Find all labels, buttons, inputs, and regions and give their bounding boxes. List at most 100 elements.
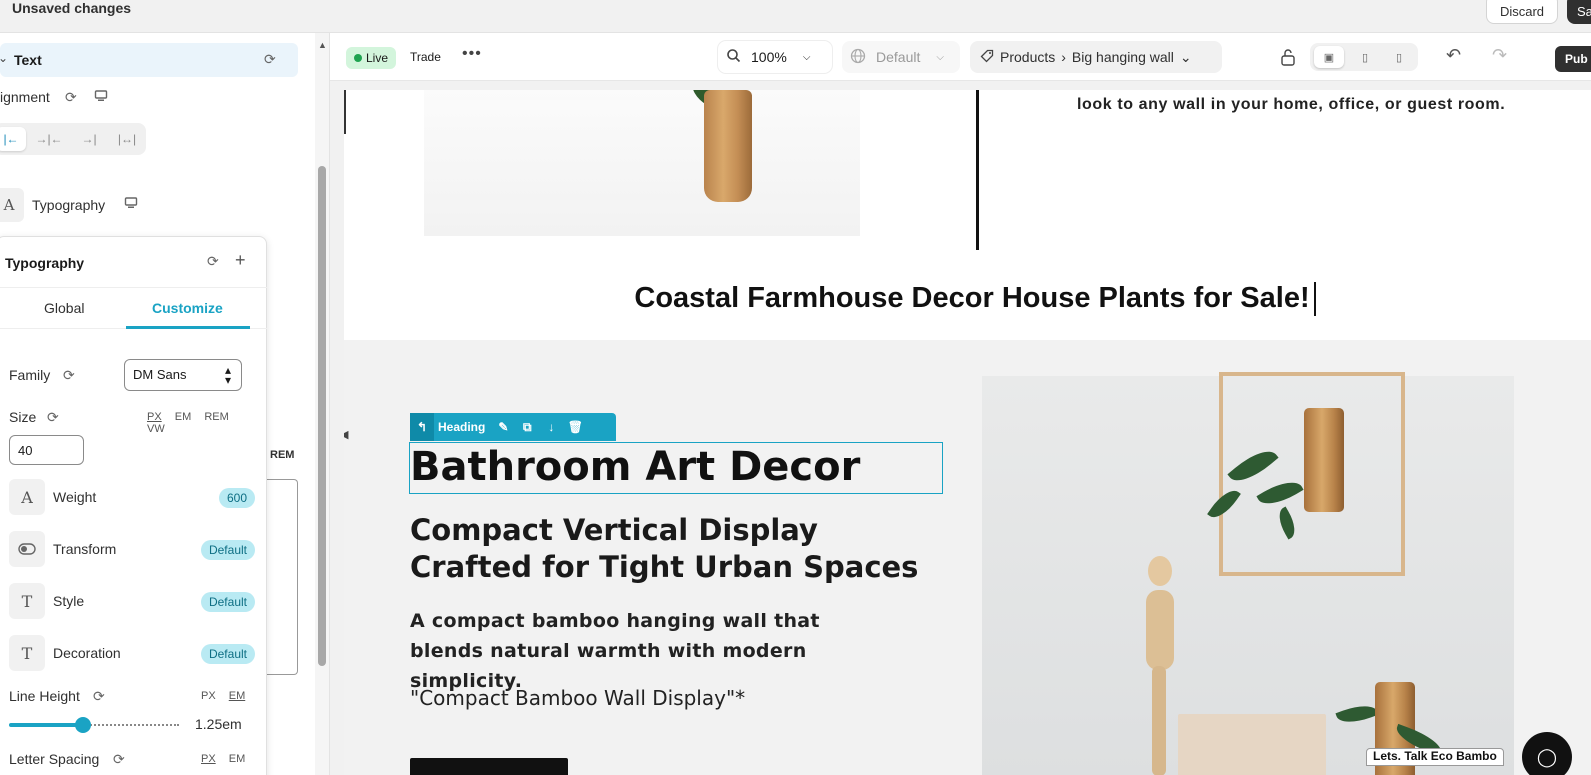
chevron-down-icon: ⌵ (936, 51, 944, 63)
alignment-button-group: |← →|← →| |↔| (0, 123, 146, 155)
publish-button[interactable]: Pub (1555, 46, 1591, 72)
chevron-right-icon: › (1061, 49, 1066, 65)
alignment-label: ignment (0, 89, 50, 105)
move-down-icon[interactable]: ↓ (539, 420, 563, 434)
line-height-slider[interactable] (9, 717, 179, 733)
reset-icon[interactable]: ⟳ (63, 367, 75, 384)
slider-fill (9, 723, 83, 727)
section-heading[interactable]: Coastal Farmhouse Decor House Plants for… (344, 282, 1591, 317)
size-units: PX EM REM VW (147, 411, 266, 435)
product-subheading[interactable]: Compact Vertical Display Crafted for Tig… (410, 512, 950, 586)
heading-widget-toolbar: ↰ Heading ✎ ⧉ ↓ 🗑 (410, 413, 616, 441)
chat-widget-label[interactable]: Lets. Talk Eco Bambo (1366, 748, 1504, 766)
typography-icon: A (0, 188, 24, 222)
typography-popover-title: Typography (5, 255, 85, 271)
desktop-icon[interactable]: ▣ (1314, 46, 1344, 68)
chevron-down-icon: ⌄ (0, 51, 8, 65)
tab-customize[interactable]: Customize (152, 300, 223, 316)
bathroom-decor-image[interactable] (982, 372, 1514, 775)
live-badge[interactable]: Live (346, 47, 397, 69)
reset-icon[interactable]: ⟳ (47, 409, 59, 426)
scrollbar-thumb[interactable] (318, 166, 326, 666)
unsaved-changes-title: Unsaved changes (12, 0, 132, 16)
canvas-toolbar: Live Trade ••• 100% ⌵ Default ⌵ Products… (330, 33, 1591, 81)
zoom-select[interactable]: 100% ⌵ (718, 41, 832, 73)
reset-icon[interactable]: ⟳ (113, 751, 125, 768)
typography-row[interactable]: A Typography (0, 188, 300, 222)
unit-px[interactable]: PX (147, 411, 162, 423)
chat-icon[interactable]: ◯ (1522, 732, 1572, 775)
intro-text[interactable]: look to any wall in your home, office, o… (1077, 96, 1505, 114)
widget-type-label: Heading (438, 420, 486, 434)
align-justify-icon[interactable]: |↔| (112, 127, 142, 151)
undo-icon[interactable]: ↶ (1446, 45, 1461, 66)
store-name[interactable]: Trade (410, 50, 441, 64)
drag-handle-icon[interactable]: ↰ (410, 413, 434, 441)
zoom-value: 100% (751, 49, 787, 65)
rem-label: REM (270, 449, 295, 461)
reset-icon[interactable]: ⟳ (93, 688, 105, 705)
save-button[interactable]: Sa (1567, 0, 1591, 24)
tablet-icon[interactable]: ▯ (1350, 46, 1380, 68)
desktop-icon[interactable] (124, 196, 138, 213)
edit-icon[interactable]: ✎ (491, 420, 515, 434)
decoration-badge: Default (200, 644, 255, 664)
breadcrumb-page[interactable]: Big hanging wall (1072, 49, 1174, 65)
slider-handle[interactable] (75, 717, 91, 733)
style-icon: T (9, 583, 45, 619)
decoration-row[interactable]: T Decoration Default (9, 635, 259, 671)
slider-track (83, 724, 179, 726)
unit-em[interactable]: EM (229, 753, 246, 765)
unit-rem[interactable]: REM (204, 411, 228, 423)
cta-button[interactable] (410, 758, 568, 775)
delete-icon[interactable]: 🗑 (563, 420, 587, 434)
discard-button[interactable]: Discard (1486, 0, 1558, 24)
unit-vw[interactable]: VW (147, 423, 165, 435)
unit-em[interactable]: EM (175, 411, 192, 423)
reset-icon[interactable]: ⟳ (264, 51, 276, 68)
locale-select[interactable]: Default ⌵ (842, 41, 960, 73)
bamboo-vase-image[interactable] (424, 90, 860, 236)
more-icon[interactable]: ••• (462, 45, 482, 63)
duplicate-icon[interactable]: ⧉ (515, 420, 539, 435)
breadcrumb[interactable]: Products › Big hanging wall ⌄ (970, 41, 1222, 73)
font-size-input[interactable]: 40 (9, 435, 84, 465)
section-heading-text: Coastal Farmhouse Decor House Plants for… (634, 282, 1310, 314)
product-section: ◀ ↰ Heading ✎ ⧉ ↓ 🗑 Bathroom Art Decor C… (344, 340, 1591, 775)
desktop-icon[interactable] (94, 89, 108, 106)
alignment-row: ignment ⟳ (0, 89, 108, 105)
scroll-up-icon[interactable]: ▲ (318, 40, 327, 50)
redo-icon[interactable]: ↷ (1492, 45, 1507, 66)
device-switcher: ▣ ▯ ▯ (1310, 43, 1418, 71)
product-heading[interactable]: Bathroom Art Decor (410, 444, 860, 490)
typography-tabs: Global Customize (0, 287, 267, 329)
unit-em[interactable]: EM (229, 690, 246, 702)
align-left-icon[interactable]: |← (0, 127, 26, 151)
upper-section: look to any wall in your home, office, o… (344, 90, 1591, 340)
reset-icon[interactable]: ⟳ (207, 253, 219, 270)
transform-row[interactable]: Transform Default (9, 531, 259, 567)
plus-icon[interactable]: + (235, 250, 246, 271)
collapse-arrow-icon[interactable]: ◀ (344, 428, 348, 441)
unit-px[interactable]: PX (201, 690, 216, 702)
breadcrumb-section[interactable]: Products (1000, 49, 1055, 65)
storage-box (1178, 714, 1326, 775)
product-quote[interactable]: "Compact Bamboo Wall Display"* (410, 686, 745, 710)
align-right-icon[interactable]: →| (74, 127, 104, 151)
weight-icon: A (9, 479, 45, 515)
unit-px[interactable]: PX (201, 753, 216, 765)
weight-label: Weight (53, 489, 97, 505)
font-family-value: DM Sans (133, 367, 187, 382)
align-center-icon[interactable]: →|← (34, 127, 64, 151)
text-section-header[interactable]: ⌄ Text ⟳ (0, 43, 298, 77)
letter-spacing-units: PX EM (201, 753, 255, 765)
font-family-select[interactable]: DM Sans ▴ ▾ (124, 359, 242, 391)
product-description[interactable]: A compact bamboo hanging wall that blend… (410, 606, 890, 696)
tab-global[interactable]: Global (44, 300, 84, 316)
unlock-icon[interactable] (1280, 48, 1296, 69)
text-cursor-line (344, 90, 346, 134)
weight-row[interactable]: A Weight 600 (9, 479, 259, 515)
style-row[interactable]: T Style Default (9, 583, 259, 619)
reset-icon[interactable]: ⟳ (65, 89, 77, 106)
mobile-icon[interactable]: ▯ (1384, 46, 1414, 68)
